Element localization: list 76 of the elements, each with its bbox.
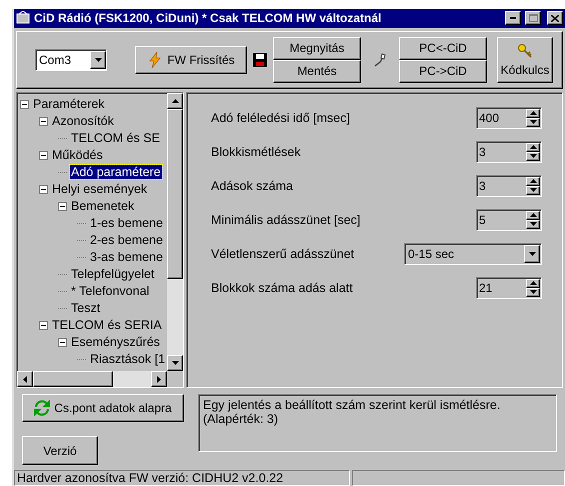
tree-item[interactable]: Riasztások [1 [89,352,166,366]
setting-label: Adások száma [211,178,293,193]
down-arrow-icon [530,154,536,158]
tree-item[interactable]: Működés [51,148,104,162]
down-arrow-icon [530,188,536,192]
down-arrow-icon [172,361,178,366]
tree-item[interactable]: Azonosítók [51,114,115,128]
down-arrow-icon [530,222,536,226]
tree-item[interactable]: Bemenetek [70,199,136,214]
tree-item[interactable]: Telepfelügyelet [70,267,156,282]
up-arrow-icon [530,213,536,218]
close-button[interactable] [547,11,563,26]
setting-label: Blokkok száma adás alatt [211,280,353,295]
minimize-button[interactable] [505,11,521,26]
left-arrow-icon [23,376,27,383]
port-dropdown[interactable]: Com3 [35,48,107,71]
version-button[interactable]: Verzió [22,436,98,466]
number-spinner[interactable]: 400 [476,106,542,129]
up-arrow-icon [172,98,178,103]
read-from-device-button[interactable]: PC<-CiD [399,36,487,60]
status-pane: Hardver azonosítva FW verzió: CIDHU2 v2.0.22 [14,470,350,486]
setting-label: Adó feléledési idő [msec] [211,110,350,125]
tree-item[interactable]: Teszt [70,301,102,316]
cable-plug-icon [373,52,387,68]
firmware-update-button[interactable]: FW Frissítés [135,46,247,74]
collapse-icon[interactable] [39,184,48,194]
open-button[interactable]: Megnyitás [273,36,361,60]
tree-item[interactable]: Adó paramétere [70,165,162,180]
tree-item[interactable]: TELCOM és SERIA [51,318,163,332]
tree-item[interactable]: Paraméterek [32,97,106,112]
collapse-icon[interactable] [58,202,67,211]
window-title: CiD Rádió (FSK1200, CiDuni) * Csak TELCOM HW változatnál [34,11,382,26]
number-spinner[interactable]: 5 [476,208,542,231]
right-arrow-icon [157,376,161,383]
collapse-icon[interactable] [39,320,48,330]
close-icon [551,14,559,22]
down-arrow-icon [94,58,102,62]
collapse-icon[interactable] [20,100,29,109]
code-key-button[interactable]: Kódkulcs [497,36,553,83]
tree-item[interactable]: 2-es bemene [89,233,164,248]
delay-dropdown[interactable]: 0-15 sec [404,242,542,265]
save-button[interactable]: Mentés [273,60,361,83]
lightning-icon [147,52,164,68]
tree-item[interactable]: * Telefonvonal [70,284,150,298]
key-icon [517,42,533,59]
down-arrow-icon [530,120,536,124]
down-arrow-icon [528,252,536,256]
setting-label: Blokkismétlések [211,144,301,159]
tree-item[interactable]: Helyi események [51,182,148,196]
up-arrow-icon [530,179,536,184]
number-spinner[interactable]: 3 [476,174,542,197]
number-spinner[interactable]: 3 [476,140,542,163]
maximize-button[interactable] [525,11,541,26]
collapse-icon[interactable] [58,338,67,347]
tree-item[interactable]: 1-es bemene [89,216,164,230]
tree-item[interactable]: 3-as bemene [89,250,164,264]
setting-label: Véletlenszerű adásszünet [211,246,354,261]
maximize-icon [528,14,538,22]
app-icon [16,11,30,26]
reset-defaults-button[interactable]: Cs.pont adatok alapra [22,394,184,422]
horizontal-scrollbar[interactable] [17,371,167,388]
up-arrow-icon [530,281,536,286]
up-arrow-icon [530,145,536,150]
write-to-device-button[interactable]: PC->CiD [399,60,487,83]
vertical-scrollbar[interactable] [167,92,183,372]
help-text: Egy jelentés a beállított szám szerint kerül ismétlésre. (Alapérték: 3) [198,394,557,452]
minimize-icon [510,17,516,20]
up-arrow-icon [530,111,536,116]
collapse-icon[interactable] [39,150,48,160]
tree-item[interactable]: Eseményszűrés [70,335,161,350]
tree-item[interactable]: TELCOM és SE [70,131,161,146]
setting-label: Minimális adásszünet [sec] [211,212,360,227]
number-spinner[interactable]: 21 [476,276,542,299]
down-arrow-icon [530,290,536,294]
collapse-icon[interactable] [39,116,48,126]
refresh-icon [34,400,50,416]
